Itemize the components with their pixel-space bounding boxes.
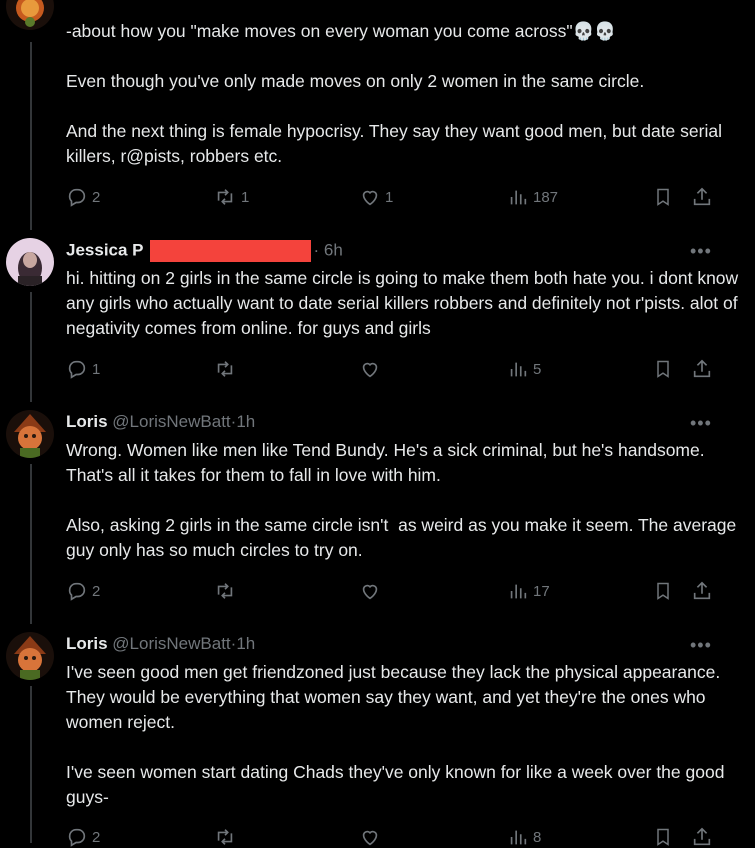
user-handle[interactable]: @LorisNewBatt <box>112 634 230 653</box>
views-button[interactable]: 8 <box>507 826 541 848</box>
like-icon <box>362 190 378 206</box>
share-button[interactable] <box>691 358 713 380</box>
reply-button[interactable]: 2 <box>66 186 100 208</box>
thread-line <box>30 464 32 624</box>
repost-icon <box>217 361 233 377</box>
separator-dot: · <box>313 240 320 260</box>
more-icon[interactable]: ••• <box>690 635 712 656</box>
post-actions: 2 17 <box>66 580 726 602</box>
share-icon <box>693 581 711 600</box>
avatar[interactable] <box>6 238 54 286</box>
repost-icon <box>217 189 233 205</box>
reply-button[interactable]: 2 <box>66 580 100 602</box>
share-button[interactable] <box>691 826 713 848</box>
reply-icon <box>68 188 86 207</box>
timestamp[interactable]: 1h <box>236 634 255 653</box>
reply-button[interactable]: 1 <box>66 358 100 380</box>
repost-button[interactable]: 1 <box>213 186 249 208</box>
post-actions: 2 8 <box>66 826 726 848</box>
share-icon <box>693 827 711 846</box>
reply-count: 2 <box>92 582 101 600</box>
repost-icon <box>217 829 233 845</box>
like-button[interactable] <box>359 826 381 848</box>
more-icon[interactable]: ••• <box>690 413 712 434</box>
bookmark-icon <box>657 582 669 600</box>
bookmark-button[interactable] <box>653 826 673 848</box>
post-actions: 1 5 <box>66 358 726 380</box>
bookmark-icon <box>657 828 669 846</box>
views-icon <box>510 362 527 377</box>
like-icon <box>362 362 378 378</box>
repost-icon <box>217 583 233 599</box>
views-icon <box>510 190 527 205</box>
views-button[interactable]: 5 <box>507 358 541 380</box>
display-name[interactable]: Jessica P <box>66 240 144 259</box>
avatar[interactable] <box>6 632 54 680</box>
reply-button[interactable]: 2 <box>66 826 100 848</box>
bookmark-button[interactable] <box>653 186 673 208</box>
thread-line <box>30 686 32 843</box>
like-icon <box>362 830 378 846</box>
views-count: 187 <box>533 188 559 206</box>
share-icon <box>693 359 711 378</box>
views-count: 17 <box>533 582 550 600</box>
post-header: Loris @LorisNewBatt·1h <box>66 634 255 654</box>
thread-line <box>30 42 32 230</box>
reply-count: 2 <box>92 188 101 206</box>
post-text: Wrong. Women like men like Tend Bundy. H… <box>66 440 737 560</box>
avatar[interactable] <box>6 0 54 30</box>
share-icon <box>693 187 711 206</box>
like-button[interactable] <box>359 580 381 602</box>
views-icon <box>510 830 527 845</box>
bookmark-icon <box>657 360 669 378</box>
post-actions: 2 1 1 187 <box>66 186 726 208</box>
post-header: Loris @LorisNewBatt·1h <box>66 412 255 432</box>
repost-button[interactable] <box>213 580 237 602</box>
views-icon <box>510 584 527 599</box>
post-header: Jessica P · 6h <box>66 240 343 262</box>
repost-count: 1 <box>241 188 250 206</box>
reply-icon <box>68 828 86 847</box>
display-name[interactable]: Loris <box>66 412 108 431</box>
like-count: 1 <box>385 188 394 206</box>
post-text: I've seen good men get friendzoned just … <box>66 662 725 807</box>
reply-icon <box>68 582 86 601</box>
like-button[interactable] <box>359 358 381 380</box>
post-text: -about how you "make moves on every woma… <box>66 21 722 166</box>
reply-icon <box>68 360 86 379</box>
views-button[interactable]: 187 <box>507 186 558 208</box>
reply-count: 1 <box>92 360 101 378</box>
repost-button[interactable] <box>213 826 237 848</box>
redaction-bar <box>149 240 311 262</box>
user-handle[interactable]: @LorisNewBatt <box>112 412 230 431</box>
views-count: 5 <box>533 360 542 378</box>
share-button[interactable] <box>691 186 713 208</box>
bookmark-button[interactable] <box>653 580 673 602</box>
bookmark-icon <box>657 188 669 206</box>
views-button[interactable]: 17 <box>507 580 550 602</box>
share-button[interactable] <box>691 580 713 602</box>
like-button[interactable]: 1 <box>359 186 393 208</box>
bookmark-button[interactable] <box>653 358 673 380</box>
thread-line <box>30 292 32 402</box>
avatar[interactable] <box>6 410 54 458</box>
like-icon <box>362 584 378 600</box>
display-name[interactable]: Loris <box>66 634 108 653</box>
repost-button[interactable] <box>213 358 237 380</box>
post-text: hi. hitting on 2 girls in the same circl… <box>66 268 744 338</box>
timestamp[interactable]: 1h <box>236 412 255 431</box>
more-icon[interactable]: ••• <box>690 241 712 262</box>
timestamp[interactable]: 6h <box>324 240 343 259</box>
